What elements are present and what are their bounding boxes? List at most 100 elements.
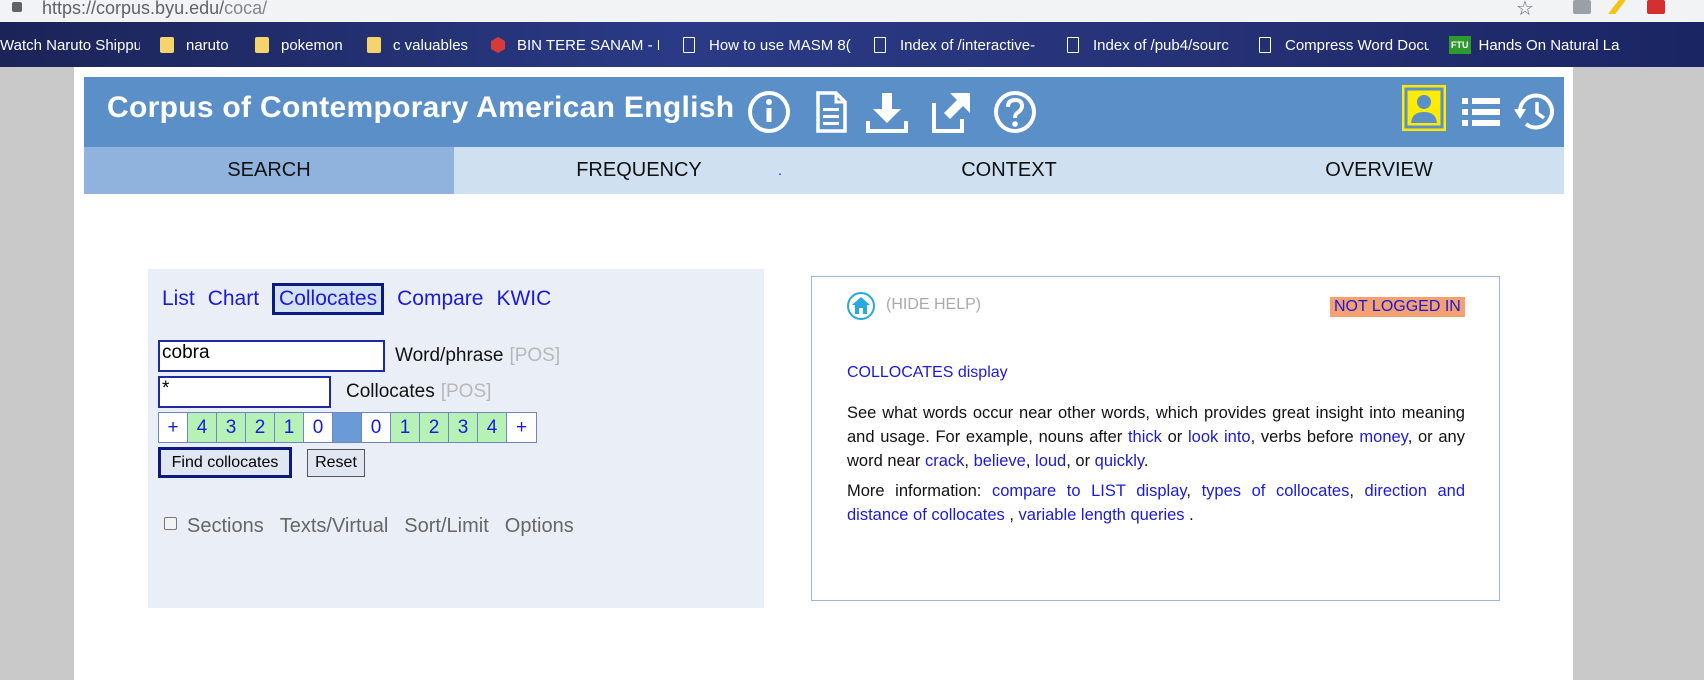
bookmark-item[interactable]: c valuables bbox=[367, 34, 477, 56]
example-link-look-into[interactable]: look into bbox=[1188, 428, 1251, 446]
bookmark-item[interactable]: Index of /interactive- bbox=[874, 34, 1044, 56]
help-title: COLLOCATES display bbox=[847, 364, 1008, 381]
shield-extension-icon[interactable] bbox=[1647, 0, 1665, 14]
span-left-3[interactable]: 3 bbox=[217, 413, 246, 442]
span-right-0[interactable]: 0 bbox=[362, 413, 391, 442]
sections-checkbox[interactable] bbox=[164, 517, 177, 530]
download-icon[interactable] bbox=[864, 89, 910, 135]
mode-list[interactable]: List bbox=[162, 287, 195, 311]
mode-compare[interactable]: Compare bbox=[397, 287, 483, 311]
url-host: https://corpus.byu.edu/ bbox=[42, 0, 225, 18]
document-icon[interactable] bbox=[808, 89, 854, 135]
browser-url-bar[interactable]: https://corpus.byu.edu/coca/ ☆ bbox=[0, 0, 1704, 22]
option-sections[interactable]: Sections bbox=[187, 515, 264, 538]
login-status-badge[interactable]: NOT LOGGED IN bbox=[1330, 297, 1465, 317]
collocate-span-selector: + 4 3 2 1 0 0 1 2 3 4 + bbox=[158, 412, 537, 443]
help-text: , verbs before bbox=[1250, 428, 1360, 446]
help-text: or bbox=[1161, 428, 1188, 446]
option-sort-limit[interactable]: Sort/Limit bbox=[404, 515, 488, 538]
help-panel: (HIDE HELP) NOT LOGGED IN COLLOCATES dis… bbox=[811, 276, 1500, 601]
span-left-0[interactable]: 0 bbox=[304, 413, 333, 442]
tab-dot: . bbox=[778, 162, 782, 178]
tab-context[interactable]: CONTEXT bbox=[824, 147, 1194, 194]
help-text: , bbox=[1349, 482, 1365, 500]
span-left-plus[interactable]: + bbox=[159, 413, 188, 442]
help-text: , bbox=[1186, 482, 1202, 500]
example-link-money[interactable]: money bbox=[1359, 428, 1407, 446]
history-icon[interactable] bbox=[1512, 89, 1558, 135]
word-phrase-input[interactable]: cobra bbox=[158, 340, 385, 372]
address-text[interactable]: https://corpus.byu.edu/coca/ bbox=[42, 0, 267, 19]
site-header: Corpus of Contemporary American English bbox=[84, 77, 1564, 147]
bookmark-label: Watch Naruto Shippu bbox=[0, 36, 140, 54]
collocates-label-text: Collocates bbox=[346, 381, 435, 402]
collocates-input[interactable]: * bbox=[158, 376, 331, 408]
mode-kwic[interactable]: KWIC bbox=[496, 287, 551, 311]
find-collocates-button[interactable]: Find collocates bbox=[158, 447, 292, 478]
lock-icon bbox=[12, 2, 22, 12]
music-site-icon bbox=[491, 37, 505, 53]
span-left-2[interactable]: 2 bbox=[246, 413, 275, 442]
external-link-icon[interactable] bbox=[928, 89, 974, 135]
bookmark-label: How to use MASM 8( bbox=[709, 36, 851, 54]
bookmark-item[interactable]: How to use MASM 8( bbox=[683, 34, 853, 56]
link-types-of-collocates[interactable]: types of collocates bbox=[1202, 482, 1350, 500]
page-icon bbox=[874, 37, 886, 53]
home-icon[interactable] bbox=[846, 291, 876, 321]
help-description: See what words occur near other words, w… bbox=[847, 401, 1465, 473]
span-right-1[interactable]: 1 bbox=[391, 413, 420, 442]
span-right-4[interactable]: 4 bbox=[478, 413, 507, 442]
list-icon[interactable] bbox=[1458, 89, 1504, 135]
span-left-1[interactable]: 1 bbox=[275, 413, 304, 442]
help-text: , bbox=[1025, 452, 1036, 470]
help-text: . bbox=[1143, 452, 1149, 470]
span-node bbox=[333, 413, 362, 442]
info-icon[interactable] bbox=[746, 89, 792, 135]
reset-button[interactable]: Reset bbox=[307, 449, 365, 477]
bookmark-label: BIN TERE SANAM - P bbox=[517, 36, 659, 54]
tab-overview[interactable]: OVERVIEW bbox=[1194, 147, 1564, 194]
bookmark-label: naruto bbox=[186, 36, 229, 54]
tab-frequency[interactable]: FREQUENCY bbox=[454, 147, 824, 194]
bookmark-label: Index of /interactive- bbox=[900, 36, 1036, 54]
page-icon bbox=[1067, 37, 1079, 53]
example-link-thick[interactable]: thick bbox=[1128, 428, 1162, 446]
option-texts-virtual[interactable]: Texts/Virtual bbox=[280, 515, 389, 538]
bookmark-label: Compress Word Docu bbox=[1285, 36, 1429, 54]
bookmark-item[interactable]: pokemon bbox=[255, 34, 355, 56]
example-link-believe[interactable]: believe bbox=[974, 452, 1026, 470]
mode-chart[interactable]: Chart bbox=[208, 287, 259, 311]
example-link-loud[interactable]: loud bbox=[1035, 452, 1066, 470]
folder-icon bbox=[160, 37, 174, 53]
span-right-2[interactable]: 2 bbox=[420, 413, 449, 442]
collocates-pos-link[interactable]: [POS] bbox=[441, 381, 492, 402]
span-left-4[interactable]: 4 bbox=[188, 413, 217, 442]
site-title[interactable]: Corpus of Contemporary American English bbox=[107, 91, 734, 125]
help-text: More information: bbox=[847, 482, 992, 500]
search-panel: List Chart Collocates Compare KWIC cobra… bbox=[148, 269, 764, 608]
span-right-3[interactable]: 3 bbox=[449, 413, 478, 442]
hide-help-link[interactable]: (HIDE HELP) bbox=[886, 296, 981, 314]
bookmark-item[interactable]: Compress Word Docu bbox=[1259, 34, 1429, 56]
example-link-quickly[interactable]: quickly bbox=[1095, 452, 1144, 470]
tab-search[interactable]: SEARCH bbox=[84, 147, 454, 194]
span-right-plus[interactable]: + bbox=[507, 413, 536, 442]
bookmarks-bar: Watch Naruto Shippu naruto pokemon c val… bbox=[0, 22, 1704, 67]
example-link-crack[interactable]: crack bbox=[925, 452, 964, 470]
option-options[interactable]: Options bbox=[505, 515, 574, 538]
bookmark-item[interactable]: Watch Naruto Shippu bbox=[0, 34, 140, 56]
bookmark-item[interactable]: Index of /pub4/sourc bbox=[1067, 34, 1237, 56]
mode-collocates[interactable]: Collocates bbox=[272, 283, 385, 315]
bookmark-item[interactable]: FTU Hands On Natural La bbox=[1449, 34, 1704, 56]
extension-icon[interactable] bbox=[1573, 0, 1591, 14]
help-icon[interactable] bbox=[992, 89, 1038, 135]
star-icon[interactable]: ☆ bbox=[1516, 0, 1534, 21]
pencil-extension-icon[interactable] bbox=[1608, 0, 1626, 14]
word-pos-link[interactable]: [POS] bbox=[509, 345, 560, 366]
folder-icon bbox=[367, 37, 381, 53]
link-variable-length-queries[interactable]: variable length queries bbox=[1019, 506, 1185, 524]
bookmark-item[interactable]: naruto bbox=[160, 34, 238, 56]
bookmark-item[interactable]: BIN TERE SANAM - P bbox=[491, 34, 659, 56]
user-icon[interactable] bbox=[1402, 85, 1446, 131]
link-compare-list-display[interactable]: compare to LIST display bbox=[992, 482, 1186, 500]
